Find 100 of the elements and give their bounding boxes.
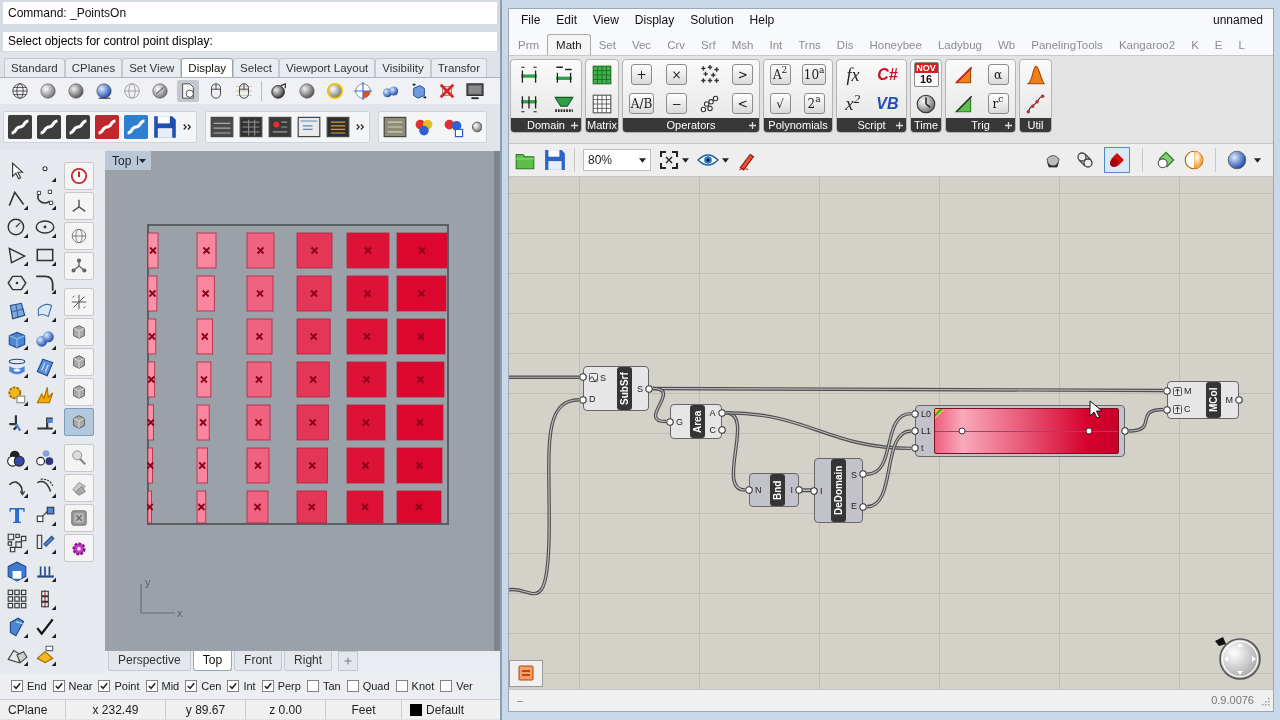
power-button[interactable]: x$^{2}$: [844, 92, 862, 115]
surface-tile[interactable]: [246, 490, 269, 524]
monitor-icon[interactable]: [464, 80, 486, 102]
power-of-two-button[interactable]: 2$^{a}$: [803, 93, 825, 114]
planar-surface-icon[interactable]: [34, 356, 56, 378]
toolbar-tab[interactable]: Transfor: [430, 58, 487, 77]
grid-window-icon[interactable]: [239, 115, 263, 139]
sphere-icon[interactable]: [296, 80, 318, 102]
surface-tile[interactable]: [396, 318, 446, 355]
port-icon[interactable]: [579, 395, 587, 404]
explode-icon[interactable]: [34, 384, 56, 406]
surface-tile[interactable]: [396, 490, 442, 524]
chevron-icon[interactable]: [182, 122, 192, 132]
clock-icon[interactable]: [915, 92, 937, 115]
csharp-script-button[interactable]: C#: [877, 63, 898, 86]
caret-icon[interactable]: [639, 157, 646, 163]
port-icon[interactable]: [1235, 396, 1243, 404]
port-icon[interactable]: [579, 373, 587, 382]
surface-tile[interactable]: [396, 447, 443, 484]
power-of-ten-button[interactable]: 10$^{a}$: [801, 64, 827, 85]
split-icon[interactable]: [6, 412, 28, 434]
checkbox[interactable]: [261, 680, 274, 692]
display-panel-icon[interactable]: [383, 115, 407, 139]
surface-tile[interactable]: [196, 275, 215, 312]
array-icon[interactable]: [6, 532, 28, 554]
xray-sphere-icon[interactable]: [149, 80, 171, 102]
gradient-grip[interactable]: [958, 427, 967, 435]
calendar-button[interactable]: NOV 16: [913, 62, 939, 87]
surface-tile[interactable]: [396, 232, 448, 269]
chevron-icon[interactable]: [355, 122, 365, 132]
surface-tile[interactable]: [396, 361, 445, 398]
surface-tile[interactable]: [346, 404, 386, 441]
radians-button[interactable]: r$^{c}$: [987, 93, 1009, 114]
checkbox[interactable]: [306, 680, 319, 692]
command-prompt[interactable]: Select objects for control point display:: [3, 32, 497, 51]
magnifier-icon[interactable]: [64, 444, 94, 472]
expand-icon[interactable]: [1005, 121, 1012, 129]
rendered-sphere-icon[interactable]: [93, 80, 115, 102]
power-icon[interactable]: [64, 162, 94, 190]
toolbar-tab[interactable]: Standard: [4, 58, 65, 77]
grid-array-icon[interactable]: [6, 588, 28, 610]
check-icon[interactable]: [34, 616, 56, 638]
save-icon[interactable]: [153, 115, 177, 139]
expand-icon[interactable]: [896, 121, 903, 129]
viewport-tab[interactable]: Right: [284, 651, 333, 671]
glossy-sphere-icon[interactable]: [324, 80, 346, 102]
cube-icon[interactable]: [64, 378, 94, 406]
bell-curve-icon[interactable]: [1024, 63, 1047, 86]
menu-item[interactable]: File: [513, 11, 549, 29]
surface-tile[interactable]: [196, 404, 210, 441]
surface-tile[interactable]: [346, 361, 387, 398]
table-window-icon[interactable]: [210, 115, 234, 139]
toolbar-tab[interactable]: Set View: [122, 58, 182, 77]
toolbar-tab[interactable]: Visibility: [375, 58, 431, 77]
stack-icon[interactable]: [64, 474, 94, 502]
vb-script-button[interactable]: VB: [876, 92, 899, 115]
port-icon[interactable]: [911, 427, 919, 435]
expand-icon[interactable]: [749, 121, 756, 129]
surface-tile[interactable]: [147, 232, 159, 269]
surface-tile[interactable]: [296, 232, 333, 269]
expression-button[interactable]: fx: [845, 63, 861, 86]
surface-tile[interactable]: [246, 361, 272, 398]
dotted-curve-icon[interactable]: [1024, 92, 1047, 115]
cylinder-icon[interactable]: [6, 356, 28, 378]
greater-than-button[interactable]: >: [732, 64, 754, 85]
matrix-icon[interactable]: [591, 63, 613, 86]
less-than-button[interactable]: <: [732, 93, 754, 114]
multiply-button[interactable]: ×: [665, 64, 687, 85]
square-root-button[interactable]: √: [769, 93, 791, 114]
surface-tile[interactable]: [296, 404, 329, 441]
grid-icon[interactable]: [591, 92, 613, 115]
document-icon[interactable]: [177, 80, 199, 102]
shaded-cylinder-icon[interactable]: [1104, 147, 1130, 173]
surface-tile[interactable]: [396, 404, 444, 441]
surface-tile[interactable]: [147, 404, 154, 441]
checkbox[interactable]: [395, 680, 408, 692]
port-icon[interactable]: [1163, 405, 1171, 414]
menu-item[interactable]: View: [585, 11, 627, 29]
gear-icon[interactable]: [64, 534, 94, 562]
surface-tile[interactable]: [346, 447, 385, 484]
control-point-curve-icon[interactable]: [34, 188, 56, 210]
checkbox[interactable]: [52, 680, 65, 692]
viewport[interactable]: Top y x: [105, 151, 500, 651]
cube-icon[interactable]: [64, 408, 94, 436]
units-label[interactable]: Feet: [351, 700, 376, 719]
surface-tile[interactable]: [196, 318, 213, 355]
widget-icon[interactable]: [509, 660, 543, 687]
caret-icon[interactable]: [682, 157, 689, 163]
curve-tile-icon[interactable]: [8, 115, 32, 139]
surface-tile[interactable]: [147, 490, 152, 524]
surface-tile[interactable]: [246, 447, 270, 484]
globe-icon[interactable]: [64, 222, 94, 250]
surface-tile[interactable]: [296, 490, 327, 524]
surface-tile[interactable]: [346, 318, 388, 355]
surface-tile[interactable]: [196, 361, 212, 398]
caret-icon[interactable]: [1254, 157, 1261, 163]
mouse-grid-icon[interactable]: [233, 80, 255, 102]
save-icon[interactable]: [544, 149, 566, 171]
checkbox[interactable]: [145, 680, 158, 692]
cube-icon[interactable]: [64, 348, 94, 376]
